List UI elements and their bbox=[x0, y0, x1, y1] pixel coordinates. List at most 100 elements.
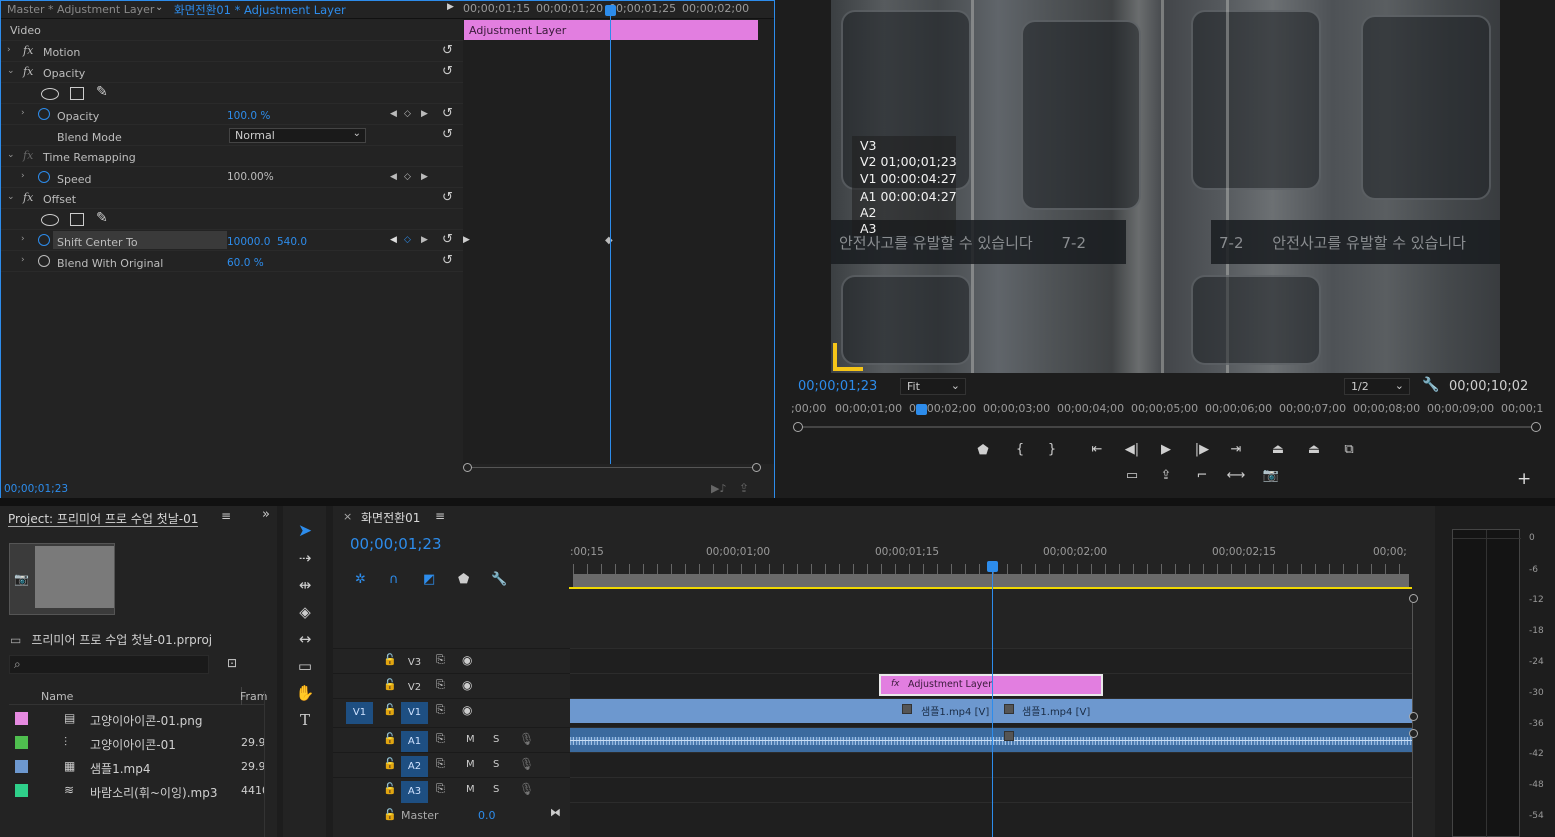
mute-button[interactable]: M bbox=[466, 734, 475, 745]
export-frame-icon[interactable]: ⇪ bbox=[1155, 468, 1177, 483]
track-select-tool-icon[interactable]: ⇢ bbox=[293, 547, 317, 569]
add-button-icon[interactable]: + bbox=[1517, 469, 1531, 489]
shift-x-value[interactable]: 10000.0 bbox=[227, 236, 270, 248]
chevron-right-icon[interactable]: › bbox=[21, 234, 25, 244]
reset-icon[interactable]: ↺ bbox=[442, 232, 453, 247]
prev-keyframe-icon[interactable]: ◀ bbox=[390, 235, 397, 245]
ellipse-mask-icon[interactable] bbox=[41, 88, 59, 100]
tab-active-clip[interactable]: 화면전환01 * Adjustment Layer bbox=[174, 2, 346, 18]
lock-icon[interactable]: 🔓 bbox=[383, 757, 397, 770]
mute-button[interactable]: M bbox=[466, 759, 475, 770]
sequence-tab[interactable]: 화면전환01 bbox=[361, 509, 420, 526]
pen-mask-icon[interactable]: ✎ bbox=[96, 210, 108, 226]
track-label[interactable]: A3 bbox=[401, 781, 428, 803]
program-zoom-scrollbar[interactable] bbox=[793, 422, 1541, 432]
project-title[interactable]: Project: 프리미어 프로 수업 첫날-01 bbox=[8, 510, 199, 527]
razor-tool-icon[interactable]: ◈ bbox=[293, 601, 317, 623]
panel-separator[interactable] bbox=[0, 498, 1555, 506]
panel-menu-icon[interactable]: ≡ bbox=[221, 509, 231, 523]
play-icon[interactable]: ▶ bbox=[1155, 442, 1177, 457]
search-input[interactable]: ⌕ bbox=[9, 655, 209, 674]
track-label[interactable]: V1 bbox=[401, 702, 428, 724]
chevron-right-icon[interactable]: › bbox=[7, 45, 11, 55]
fx-icon[interactable]: fx bbox=[23, 191, 33, 204]
close-icon[interactable]: × bbox=[343, 510, 352, 523]
opacity-value[interactable]: 100.0 % bbox=[227, 110, 270, 122]
chevron-down-icon[interactable]: ⌄ bbox=[7, 66, 15, 76]
scroll-handle-left[interactable] bbox=[793, 422, 803, 432]
rectangle-mask-icon[interactable] bbox=[70, 213, 84, 226]
track-label[interactable]: A2 bbox=[401, 756, 428, 778]
eye-icon[interactable]: ◉ bbox=[462, 703, 472, 717]
add-keyframe-icon[interactable]: ◇ bbox=[404, 235, 411, 245]
go-to-in-icon[interactable]: ⇤ bbox=[1086, 442, 1108, 457]
step-forward-icon[interactable]: |▶ bbox=[1191, 442, 1213, 457]
add-marker-icon[interactable]: ⬟ bbox=[972, 443, 994, 458]
sync-lock-icon[interactable]: ⎘ bbox=[436, 782, 445, 796]
chevron-right-icon[interactable]: › bbox=[21, 171, 25, 181]
program-timecode[interactable]: 00;00;01;23 bbox=[798, 379, 877, 394]
sync-lock-icon[interactable]: ⎘ bbox=[436, 732, 445, 746]
chevron-down-icon[interactable]: ⌄ bbox=[7, 192, 15, 202]
sync-lock-icon[interactable]: ⎘ bbox=[436, 757, 445, 771]
prev-keyframe-icon[interactable]: ◀ bbox=[390, 172, 397, 182]
lock-icon[interactable]: 🔓 bbox=[383, 782, 397, 795]
blend-mode-select[interactable]: Normal ⌄ bbox=[229, 128, 366, 143]
track-label[interactable]: V2 bbox=[401, 677, 428, 699]
mute-button[interactable]: M bbox=[466, 784, 475, 795]
adjustment-layer-clip[interactable]: Adjustment Layer bbox=[464, 20, 758, 40]
effect-opacity-row[interactable]: ⌄ fx Opacity ↺ bbox=[1, 62, 463, 83]
chevron-right-icon[interactable]: › bbox=[21, 255, 25, 265]
stopwatch-icon[interactable] bbox=[38, 234, 50, 246]
list-item[interactable]: ≋ 바람소리(휘~이잉).mp3 4410 bbox=[9, 779, 264, 803]
lift-icon[interactable]: ⏏ bbox=[1267, 442, 1289, 457]
program-playhead[interactable] bbox=[916, 404, 927, 415]
timeline-playhead[interactable] bbox=[987, 561, 998, 572]
wrench-icon[interactable]: 🔧 bbox=[1422, 377, 1439, 393]
type-tool-icon[interactable]: T bbox=[293, 709, 317, 731]
chevron-right-icon[interactable]: › bbox=[21, 108, 25, 118]
solo-button[interactable]: S bbox=[493, 784, 499, 795]
timeline-timecode[interactable]: 00;00;01;23 bbox=[350, 535, 442, 553]
mark-in-icon[interactable]: { bbox=[1009, 442, 1031, 457]
audio-clip[interactable] bbox=[570, 728, 1412, 752]
speed-value[interactable]: 100.00% bbox=[227, 171, 274, 183]
fx-icon[interactable]: fx bbox=[23, 65, 33, 78]
selection-tool-icon[interactable]: ➤ bbox=[293, 520, 317, 542]
scroll-handle-top[interactable] bbox=[1409, 594, 1418, 603]
effect-offset-row[interactable]: ⌄ fx Offset ↺ bbox=[1, 188, 463, 209]
add-keyframe-icon[interactable]: ◇ bbox=[404, 109, 411, 119]
more-panels-icon[interactable]: » bbox=[262, 507, 270, 522]
lock-icon[interactable]: 🔓 bbox=[383, 808, 397, 821]
proxy-icon[interactable]: ⟷ bbox=[1225, 468, 1247, 483]
microphone-icon[interactable]: 🎙 bbox=[519, 732, 534, 746]
sync-lock-icon[interactable]: ⎘ bbox=[436, 653, 445, 667]
time-remap-row[interactable]: ⌄ fx Time Remapping bbox=[1, 146, 463, 167]
lock-icon[interactable]: 🔓 bbox=[383, 703, 397, 716]
reset-icon[interactable]: ↺ bbox=[442, 43, 453, 58]
export-icon[interactable]: ⇪ bbox=[739, 481, 749, 495]
chevron-down-icon[interactable]: ⌄ bbox=[155, 2, 163, 13]
compare-icon[interactable]: ⧉ bbox=[1338, 442, 1360, 457]
effect-playhead[interactable] bbox=[605, 5, 616, 16]
adjustment-layer-clip[interactable]: fx Adjustment Layer bbox=[879, 674, 1103, 696]
program-ruler[interactable]: ;00;00 00;00;01;00 00;00;02;00 00;00;03;… bbox=[791, 402, 1543, 420]
camera-icon[interactable]: 📷 bbox=[14, 572, 29, 586]
scroll-handle-left[interactable] bbox=[463, 463, 472, 472]
video-clip[interactable]: 샘플1.mp4 [V] 샘플1.mp4 [V] bbox=[570, 699, 1412, 723]
prev-keyframe-icon[interactable]: ◀ bbox=[390, 109, 397, 119]
reset-icon[interactable]: ↺ bbox=[442, 64, 453, 79]
next-keyframe-icon[interactable]: ▶ bbox=[421, 235, 428, 245]
safe-margins-icon[interactable]: ▭ bbox=[1121, 468, 1143, 483]
step-back-icon[interactable]: ◀| bbox=[1121, 442, 1143, 457]
stopwatch-icon[interactable] bbox=[38, 255, 50, 267]
lock-icon[interactable]: 🔓 bbox=[383, 678, 397, 691]
track-label[interactable]: A1 bbox=[401, 731, 428, 753]
slip-tool-icon[interactable]: ↔ bbox=[293, 628, 317, 650]
effect-timeline-scrollbar[interactable] bbox=[463, 463, 761, 477]
tab-master-clip[interactable]: Master * Adjustment Layer bbox=[7, 3, 154, 16]
blend-original-value[interactable]: 60.0 % bbox=[227, 257, 264, 269]
master-volume[interactable]: 0.0 bbox=[478, 809, 496, 822]
track-label[interactable]: V3 bbox=[401, 652, 428, 674]
chevron-down-icon[interactable]: ⌄ bbox=[7, 150, 15, 160]
